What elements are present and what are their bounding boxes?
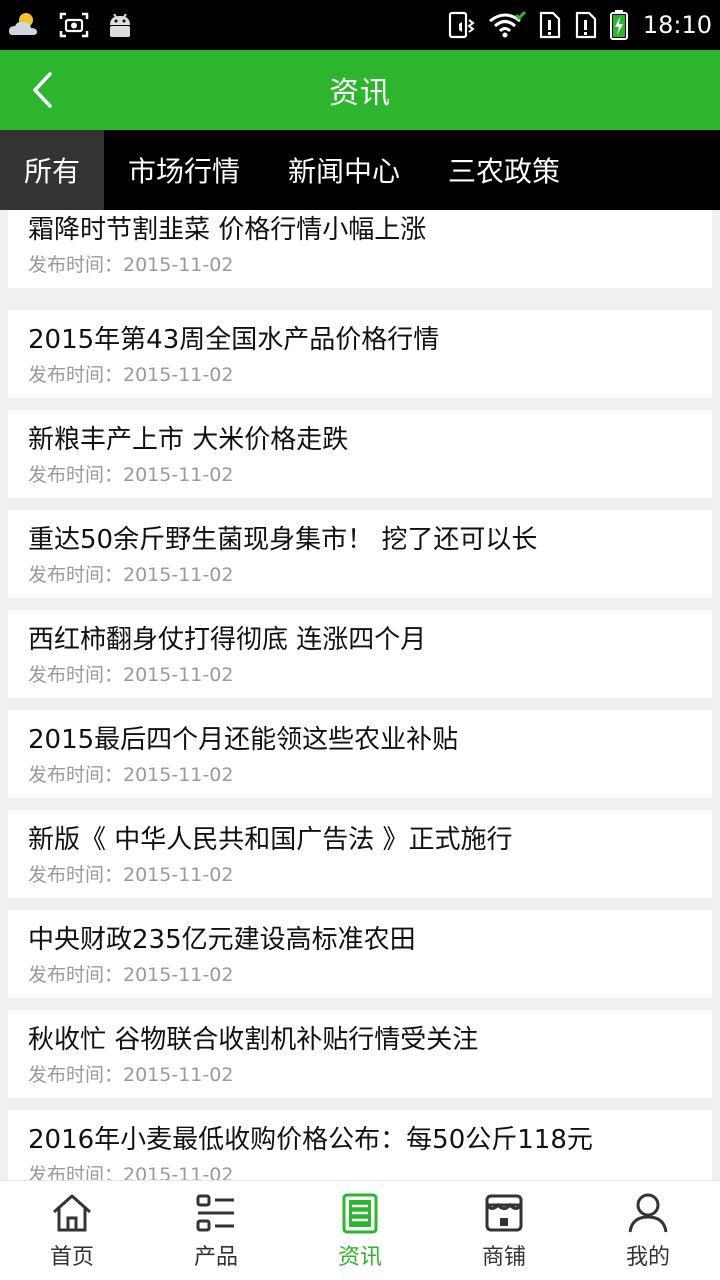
tab-all[interactable]: 所有 xyxy=(0,130,104,210)
list-item[interactable]: 中央财政235亿元建设高标准农田 发布时间：2015-11-02 xyxy=(8,910,712,998)
news-title: 秋收忙 谷物联合收割机补贴行情受关注 xyxy=(28,1025,479,1055)
shop-icon xyxy=(485,1194,523,1232)
nav-products[interactable]: 产品 xyxy=(144,1181,288,1280)
screenshot-icon xyxy=(58,11,90,39)
vibrate-icon xyxy=(447,10,477,40)
nav-profile[interactable]: 我的 xyxy=(576,1181,720,1280)
sim1-icon xyxy=(537,10,563,40)
nav-label: 我的 xyxy=(625,1245,670,1270)
list-item[interactable]: 重达50余斤野生菌现身集市！ 挖了还可以长 发布时间：2015-11-02 xyxy=(8,510,712,598)
status-left xyxy=(6,9,134,41)
news-date: 发布时间：2015-11-02 xyxy=(28,364,234,386)
profile-icon xyxy=(628,1193,668,1233)
nav-label: 资讯 xyxy=(337,1245,382,1270)
news-list: 霜降时节割韭菜 价格行情小幅上涨 发布时间：2015-11-02 2015年第4… xyxy=(0,210,720,1180)
news-title: 2015最后四个月还能领这些农业补贴 xyxy=(28,725,459,755)
news-date: 发布时间：2015-11-02 xyxy=(28,1064,234,1086)
list-item[interactable]: 秋收忙 谷物联合收割机补贴行情受关注 发布时间：2015-11-02 xyxy=(8,1010,712,1098)
chevron-left-icon xyxy=(33,72,52,108)
news-date: 发布时间：2015-11-02 xyxy=(28,664,234,686)
news-icon xyxy=(342,1193,378,1234)
news-title: 2016年小麦最低收购价格公布：每50公斤118元 xyxy=(28,1125,593,1155)
nav-news[interactable]: 资讯 xyxy=(288,1181,432,1280)
news-date: 发布时间：2015-11-02 xyxy=(28,1164,234,1180)
list-item[interactable]: 新粮丰产上市 大米价格走跌 发布时间：2015-11-02 xyxy=(8,410,712,498)
nav-shop[interactable]: 商铺 xyxy=(432,1181,576,1280)
news-title: 中央财政235亿元建设高标准农田 xyxy=(28,925,416,955)
status-bar: 18:10 xyxy=(0,0,720,50)
list-item[interactable]: 新版《 中华人民共和国广告法 》正式施行 发布时间：2015-11-02 xyxy=(8,810,712,898)
nav-label: 商铺 xyxy=(481,1245,526,1270)
list-item[interactable]: 西红柿翻身仗打得彻底 连涨四个月 发布时间：2015-11-02 xyxy=(8,610,712,698)
news-date: 发布时间：2015-11-02 xyxy=(28,464,234,486)
news-title: 霜降时节割韭菜 价格行情小幅上涨 xyxy=(28,215,427,245)
weather-icon xyxy=(6,9,42,41)
nav-label: 首页 xyxy=(49,1245,94,1270)
list-item[interactable]: 2015最后四个月还能领这些农业补贴 发布时间：2015-11-02 xyxy=(8,710,712,798)
home-icon xyxy=(53,1194,91,1232)
tab-agri-policy[interactable]: 三农政策 xyxy=(424,130,584,210)
android-icon xyxy=(106,11,134,39)
tab-market[interactable]: 市场行情 xyxy=(104,130,264,210)
wifi-icon xyxy=(487,10,527,40)
news-date: 发布时间：2015-11-02 xyxy=(28,564,234,586)
sim2-icon xyxy=(573,10,599,40)
news-title: 新粮丰产上市 大米价格走跌 xyxy=(28,425,349,455)
app-header: 资讯 xyxy=(0,50,720,130)
news-title: 新版《 中华人民共和国广告法 》正式施行 xyxy=(28,825,513,855)
page-title: 资讯 xyxy=(329,76,391,111)
nav-label: 产品 xyxy=(193,1245,238,1270)
status-right: 18:10 xyxy=(447,9,712,41)
news-date: 发布时间：2015-11-02 xyxy=(28,254,234,276)
tab-news-center[interactable]: 新闻中心 xyxy=(264,130,424,210)
list-item[interactable]: 2015年第43周全国水产品价格行情 发布时间：2015-11-02 xyxy=(8,310,712,398)
news-date: 发布时间：2015-11-02 xyxy=(28,764,234,786)
battery-charging-icon xyxy=(609,9,629,41)
product-list-icon xyxy=(196,1194,234,1232)
category-tabs: 所有 市场行情 新闻中心 三农政策 xyxy=(0,130,720,210)
nav-home[interactable]: 首页 xyxy=(0,1181,144,1280)
bottom-nav: 首页 产品 资讯 商铺 我的 xyxy=(0,1180,720,1280)
news-date: 发布时间：2015-11-02 xyxy=(28,864,234,886)
news-title: 西红柿翻身仗打得彻底 连涨四个月 xyxy=(28,625,427,655)
list-item[interactable]: 2016年小麦最低收购价格公布：每50公斤118元 发布时间：2015-11-0… xyxy=(8,1110,712,1180)
list-item[interactable]: 霜降时节割韭菜 价格行情小幅上涨 发布时间：2015-11-02 xyxy=(8,210,712,288)
news-title: 2015年第43周全国水产品价格行情 xyxy=(28,325,440,355)
status-time: 18:10 xyxy=(642,11,712,39)
back-button[interactable] xyxy=(20,64,64,116)
news-date: 发布时间：2015-11-02 xyxy=(28,964,234,986)
news-title: 重达50余斤野生菌现身集市！ 挖了还可以长 xyxy=(28,525,538,555)
